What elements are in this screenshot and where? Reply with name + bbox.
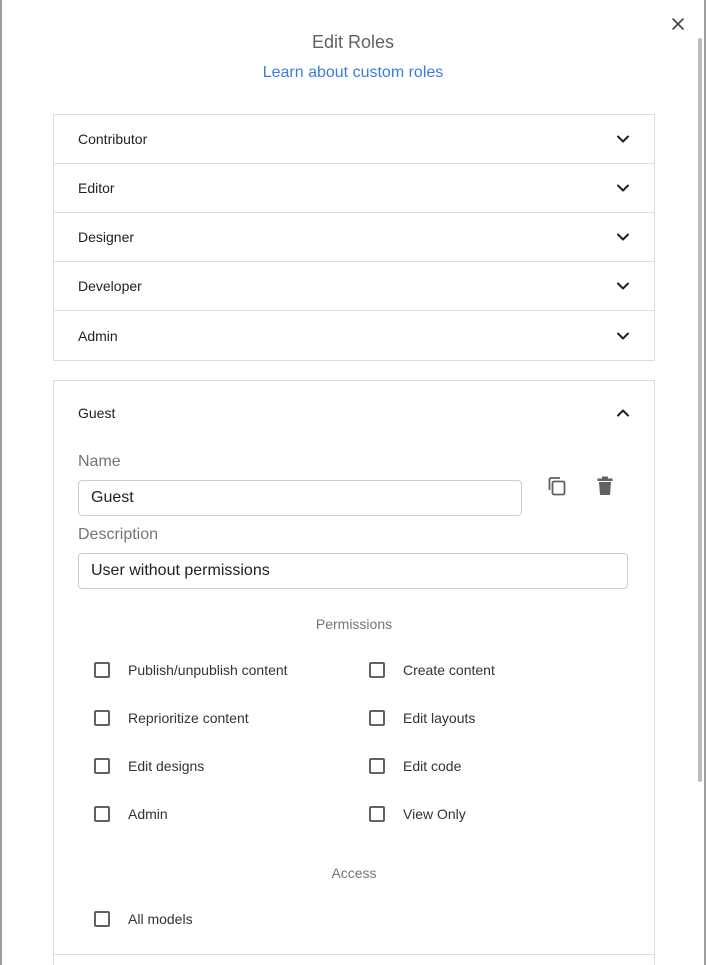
- role-label: Contributor: [78, 131, 148, 147]
- checkbox[interactable]: [369, 710, 385, 726]
- checkbox-label: Edit designs: [128, 758, 205, 774]
- checkbox[interactable]: [94, 758, 110, 774]
- roles-list: Contributor Editor Designer Developer Ad…: [53, 114, 655, 361]
- role-row-developer[interactable]: Developer: [54, 262, 654, 311]
- checkbox-label: Create content: [403, 662, 495, 678]
- chevron-down-icon: [616, 132, 630, 146]
- checkbox[interactable]: [94, 662, 110, 678]
- checkbox[interactable]: [94, 806, 110, 822]
- role-label: Admin: [78, 327, 118, 344]
- checkbox[interactable]: [369, 758, 385, 774]
- name-label: Name: [78, 453, 121, 470]
- chevron-down-icon: [616, 279, 630, 293]
- role-row-guest[interactable]: Guest: [54, 381, 654, 445]
- description-label: Description: [78, 526, 159, 543]
- learn-about-custom-roles-link[interactable]: Learn about custom roles: [263, 64, 444, 81]
- description-field[interactable]: User without permissions: [78, 553, 628, 589]
- close-icon: [672, 18, 684, 30]
- checkbox-label: Reprioritize content: [128, 710, 249, 726]
- guest-role-panel: Guest Name Guest Description User withou…: [53, 380, 655, 965]
- edit-roles-dialog: Edit Roles Learn about custom roles Cont…: [2, 0, 704, 965]
- divider: [54, 954, 654, 955]
- role-label: Guest: [78, 405, 116, 421]
- delete-role-button[interactable]: [593, 474, 617, 498]
- role-label: Developer: [78, 278, 142, 294]
- checkbox[interactable]: [369, 662, 385, 678]
- role-row-admin[interactable]: Admin: [54, 311, 654, 360]
- checkbox-label: Admin: [128, 806, 168, 822]
- permission-edit-designs[interactable]: Edit designs: [94, 758, 204, 774]
- checkbox-label: Edit code: [403, 758, 462, 774]
- permission-publish-unpublish[interactable]: Publish/unpublish content: [94, 662, 288, 678]
- checkbox-label: View Only: [403, 806, 466, 822]
- chevron-down-icon: [616, 329, 630, 343]
- permission-reprioritize-content[interactable]: Reprioritize content: [94, 710, 249, 726]
- role-row-editor[interactable]: Editor: [54, 164, 654, 213]
- role-label: Designer: [78, 229, 135, 245]
- permission-view-only[interactable]: View Only: [369, 806, 466, 822]
- checkbox-label: All models: [128, 911, 193, 927]
- copy-role-button[interactable]: [545, 474, 569, 498]
- checkbox-label: Publish/unpublish content: [128, 662, 288, 678]
- permissions-heading: Permissions: [315, 616, 393, 632]
- learn-link-wrapper: Learn about custom roles: [2, 64, 704, 82]
- permission-edit-layouts[interactable]: Edit layouts: [369, 710, 475, 726]
- scrollbar[interactable]: [698, 38, 702, 782]
- trash-icon: [597, 476, 613, 495]
- permission-edit-code[interactable]: Edit code: [369, 758, 461, 774]
- dialog-title: Edit Roles: [311, 32, 395, 52]
- chevron-down-icon: [616, 230, 630, 244]
- chevron-up-icon: [616, 406, 630, 420]
- access-all-models[interactable]: All models: [94, 911, 193, 927]
- permission-create-content[interactable]: Create content: [369, 662, 495, 678]
- role-row-contributor[interactable]: Contributor: [54, 115, 654, 164]
- checkbox-label: Edit layouts: [403, 710, 476, 726]
- access-heading: Access: [331, 865, 377, 881]
- role-row-designer[interactable]: Designer: [54, 213, 654, 262]
- name-field[interactable]: Guest: [78, 480, 522, 516]
- role-label: Editor: [78, 180, 115, 196]
- copy-icon: [548, 477, 566, 496]
- checkbox[interactable]: [94, 710, 110, 726]
- permission-admin[interactable]: Admin: [94, 806, 168, 822]
- checkbox[interactable]: [369, 806, 385, 822]
- checkbox[interactable]: [94, 911, 110, 927]
- chevron-down-icon: [616, 181, 630, 195]
